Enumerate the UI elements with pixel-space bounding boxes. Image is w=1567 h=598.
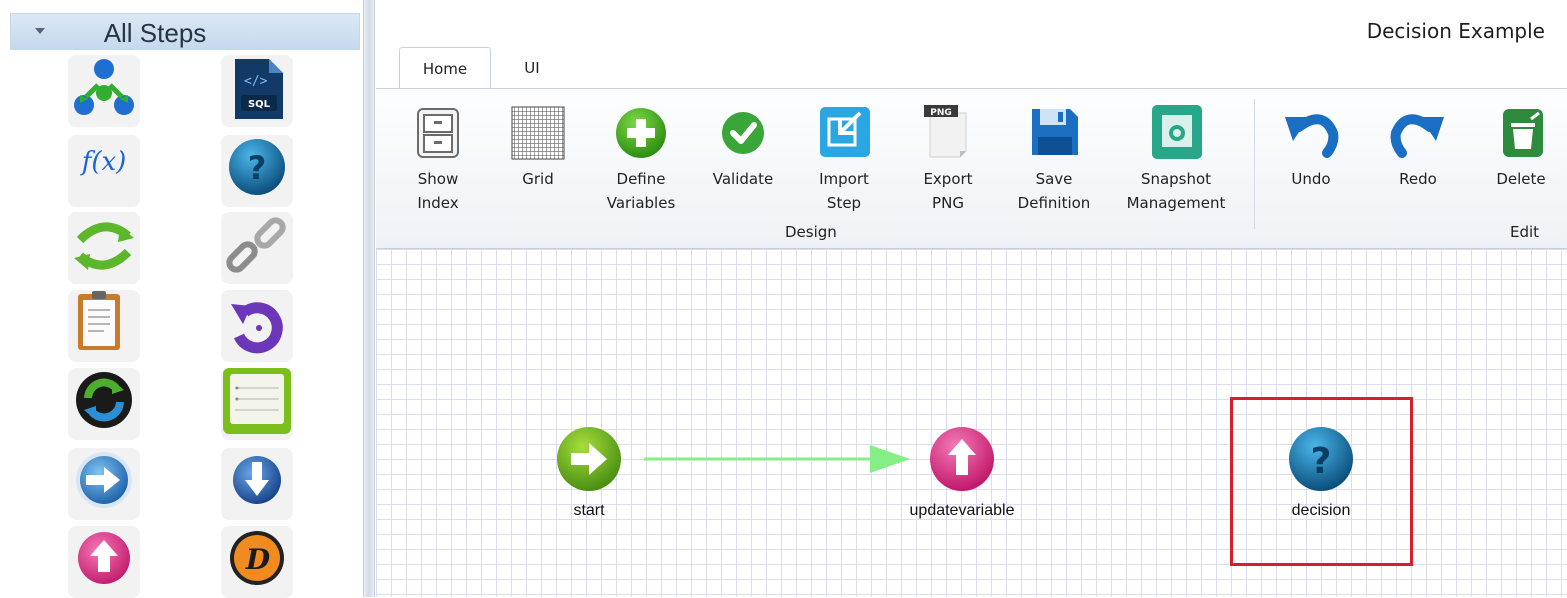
tab-home[interactable]: Home — [399, 47, 491, 89]
undo-button[interactable]: Undo — [1271, 103, 1351, 191]
undo-rotate-icon — [231, 302, 283, 354]
trash-icon — [1503, 109, 1543, 157]
palette-item-sql[interactable]: </> SQL — [221, 55, 293, 127]
palette-item-link[interactable] — [221, 212, 293, 284]
delete-button[interactable]: Delete — [1482, 103, 1560, 191]
palette-item-d[interactable]: D — [221, 526, 293, 598]
list-icon — [223, 368, 291, 434]
node-updatevariable-label: updatevariable — [909, 502, 1015, 519]
palette-item-clipboard[interactable] — [68, 290, 140, 362]
png-badge-text: PNG — [930, 108, 952, 118]
define-variables-label: Define Variables — [606, 170, 676, 212]
import-step-button[interactable]: Import Step — [804, 103, 884, 215]
plus-circle-icon — [616, 108, 666, 158]
redo-button[interactable]: Redo — [1378, 103, 1458, 191]
undo-arrow-icon — [1285, 114, 1339, 158]
palette-item-forward[interactable] — [68, 448, 140, 520]
grid-button[interactable]: Grid — [498, 103, 578, 191]
define-variables-button[interactable]: Define Variables — [598, 103, 684, 215]
palette-item-decision[interactable]: ? — [221, 135, 293, 207]
palette-item-update[interactable] — [68, 526, 140, 598]
file-cabinet-icon — [417, 108, 459, 158]
grid-label: Grid — [522, 170, 554, 188]
forward-arrow-icon — [76, 452, 132, 508]
save-definition-label: Save Definition — [1017, 170, 1091, 212]
delete-label: Delete — [1496, 170, 1546, 188]
snapshot-icon — [1152, 105, 1202, 159]
palette-item-rotate[interactable] — [221, 290, 293, 362]
document-title: Decision Example — [1366, 19, 1545, 43]
panel-splitter[interactable] — [363, 0, 375, 597]
palette-item-function[interactable]: f(x) — [68, 135, 140, 207]
designer-area: Decision Example Home UI Show Index Grid… — [376, 0, 1567, 597]
svg-text:?: ? — [248, 149, 267, 187]
start-arrow-icon — [557, 427, 621, 491]
edit-group-label: Edit — [1510, 223, 1540, 241]
palette-item-list[interactable] — [221, 368, 293, 440]
ribbon-toolbar: Show Index Grid Define Variables Validat… — [376, 89, 1567, 249]
ribbon-group-separator — [1254, 99, 1255, 229]
hierarchy-icon — [74, 59, 134, 115]
sql-file-icon: </> SQL — [235, 59, 283, 119]
design-group-label: Design — [785, 223, 837, 241]
show-index-label: Show Index — [417, 170, 459, 212]
question-decision-icon: ? — [229, 139, 285, 195]
palette-item-sync[interactable] — [68, 368, 140, 440]
redo-label: Redo — [1399, 170, 1437, 188]
up-arrow-icon — [78, 532, 130, 584]
sql-badge-text: SQL — [248, 99, 271, 110]
d-badge-icon: D — [230, 531, 284, 585]
palette-item-hierarchy[interactable] — [68, 55, 140, 127]
png-file-icon: PNG — [924, 105, 967, 158]
all-steps-header[interactable]: All Steps — [10, 13, 360, 50]
workflow-canvas[interactable]: start updatevariable ? decision — [376, 249, 1567, 597]
validate-button[interactable]: Validate — [698, 103, 788, 191]
redo-arrow-icon — [1390, 114, 1444, 158]
save-definition-button[interactable]: Save Definition — [1008, 103, 1100, 215]
checkmark-circle-icon — [722, 112, 764, 154]
snapshot-management-button[interactable]: Snapshot Management — [1116, 103, 1236, 215]
validate-label: Validate — [712, 170, 774, 188]
palette-item-down[interactable] — [221, 448, 293, 520]
node-start-label: start — [573, 502, 605, 519]
tab-ui[interactable]: UI — [504, 47, 560, 89]
function-fx-icon: f(x) — [81, 147, 127, 177]
show-index-button[interactable]: Show Index — [398, 103, 478, 215]
sync-icon — [76, 372, 132, 428]
import-step-label: Import Step — [819, 170, 869, 212]
svg-text:</>: </> — [244, 74, 268, 89]
undo-label: Undo — [1291, 170, 1331, 188]
down-arrow-icon — [233, 456, 281, 504]
import-icon — [820, 107, 870, 157]
loop-arrows-icon — [74, 222, 134, 270]
up-arrow-icon — [930, 427, 994, 491]
clipboard-icon — [78, 291, 120, 350]
palette-item-loop[interactable] — [68, 212, 140, 284]
export-png-button[interactable]: PNG Export PNG — [908, 103, 988, 215]
export-png-label: Export PNG — [923, 170, 973, 212]
grid-icon — [511, 106, 565, 160]
floppy-disk-icon — [1032, 109, 1078, 155]
selection-highlight — [1230, 397, 1413, 566]
all-steps-title: All Steps — [103, 18, 207, 48]
chain-link-icon — [226, 217, 286, 273]
node-updatevariable[interactable]: updatevariable — [892, 425, 1032, 520]
node-start[interactable]: start — [539, 425, 639, 520]
snapshot-management-label: Snapshot Management — [1126, 170, 1226, 212]
steps-palette: All Steps </> SQL f(x) ? D — [0, 0, 362, 598]
d-badge-text: D — [245, 543, 271, 576]
